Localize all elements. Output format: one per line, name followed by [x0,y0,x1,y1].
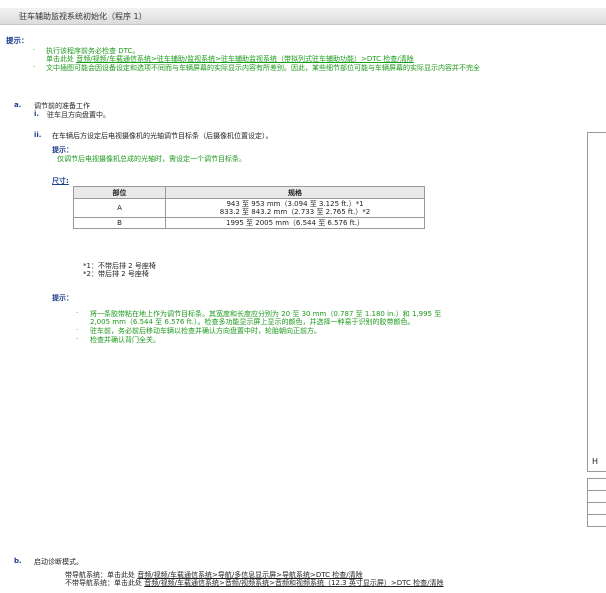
table-header-part: 部位 [73,186,166,199]
bullet-dot: · [33,46,36,54]
dtc-check-link[interactable]: 音频/视频/车载通信系统>驻车辅助/监视系统>驻车辅助监视系统（带拟列式驻车辅助… [76,55,413,63]
intro-dtc-prefix: 单击此处 [46,55,74,63]
bullet-dot: · [76,335,79,343]
hint-label: 提示： [6,36,29,45]
intro-bullet-2: 文中插图可能会因设备设定和选项不同而与车辆屏幕的实际显示内容有所差别。因此，某些… [46,64,480,72]
section-title-bar: 驻车辅助监视系统初始化（程序 1） [0,8,606,25]
illustration-panel [587,132,606,472]
nonav-prefix: 不带导航系统：单击此处 [65,579,142,587]
hint2-bullet-3: 检查并确认背门全关。 [90,336,160,344]
step-b-title: 启动诊断模式。 [34,558,83,566]
table-header-spec: 规格 [165,186,425,199]
step-b-letter: b. [14,557,22,565]
hint2-label: 提示： [52,294,73,302]
spec-table: 部位 规格 A 943 至 953 mm（3.094 至 3.125 ft.）*… [73,186,425,229]
nonav-line: 不带导航系统：单击此处 音频/视频/车载通信系统>音频/视频系统>音频和视频系统… [65,578,443,588]
bullet-dot: · [76,326,79,334]
size-label: 尺寸: [52,177,69,185]
step-a-ii-text: 在车辆后方设定后电视摄像机的光轴调节目标条（后摄像机位置设定）。 [52,132,273,140]
step-a-hint-text: 仅调节后电视摄像机总成的光轴时，需设定一个调节目标条。 [57,155,246,163]
section-title: 驻车辅助监视系统初始化（程序 1） [19,12,147,21]
step-a-letter: a. [14,101,22,109]
table-cell-part: A [73,198,166,218]
spec-line: 833.2 至 843.2 mm（2.733 至 2.765 ft.）*2 [219,208,371,216]
table-cell-spec: 943 至 953 mm（3.094 至 3.125 ft.）*1 833.2 … [165,198,425,218]
illustration-label: H [592,457,599,466]
table-row: B 1995 至 2005 mm（6.544 至 6.576 ft.） [73,217,425,229]
step-a-i-num: i. [34,110,40,118]
table-cell-part: B [73,217,166,229]
step-a-i-text: 驻车且方向盘置中。 [47,111,110,119]
table-cell-spec: 1995 至 2005 mm（6.544 至 6.576 ft.） [165,217,425,229]
legend-table-row [587,514,606,527]
table-row: A 943 至 953 mm（3.094 至 3.125 ft.）*1 833.… [73,198,425,218]
table-header-row: 部位 规格 [73,186,425,199]
step-a-ii-num: ii. [34,131,42,139]
bullet-dot: · [33,63,36,71]
spec-line: 943 至 953 mm（3.094 至 3.125 ft.）*1 [226,200,364,208]
bullet-dot: · [76,309,79,317]
nonav-dtc-link[interactable]: 音频/视频/车载通信系统>音频/视频系统>音频和视频系统（12.3 英寸显示屏）… [144,579,443,587]
footnote-2: *2：带后排 2 号座椅 [83,270,149,278]
